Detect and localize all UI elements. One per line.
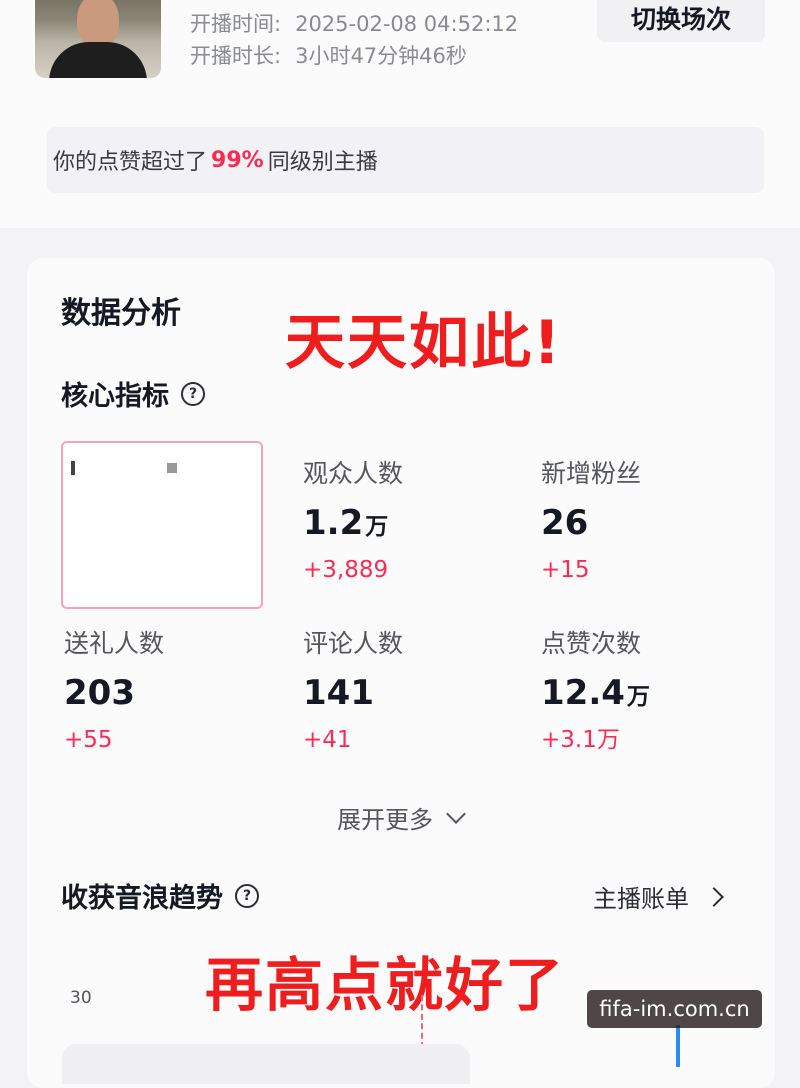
switch-session-button[interactable]: 切换场次: [597, 0, 765, 42]
bill-link-label: 主播账单: [593, 885, 689, 913]
metric-unit: 万: [626, 684, 650, 710]
chart-y-tick: 30: [70, 988, 92, 1008]
chevron-right-icon: [704, 886, 724, 907]
metric-label: 送礼人数: [64, 629, 165, 658]
compare-percent: 99%: [211, 147, 264, 173]
metric-value: 203: [64, 671, 164, 719]
metric-viewers[interactable]: 观众人数 1.2万 +3,889: [303, 459, 403, 585]
avatar-face: [77, 0, 119, 48]
metric-label: 新增粉丝: [541, 459, 642, 488]
trend-title-label: 收获音浪趋势: [61, 883, 223, 914]
core-metrics-title: 核心指标 ?: [61, 374, 205, 413]
metric-delta: +41: [303, 727, 352, 753]
metric-label: 点赞次数: [541, 629, 642, 658]
annotation-overlay-top: 天天如此!: [285, 308, 563, 378]
start-time-value: 2025-02-08 04:52:12: [295, 12, 519, 36]
start-time-label: 开播时间:: [190, 12, 282, 36]
expand-more-label: 展开更多: [337, 806, 433, 834]
chart-series-mark: [676, 1025, 680, 1067]
redacted-fragment: [71, 461, 75, 475]
metric-number: 1.2: [303, 503, 364, 543]
compare-prefix: 你的点赞超过了: [53, 150, 208, 175]
metric-delta: +15: [541, 557, 590, 583]
metric-value: 1.2万: [303, 501, 403, 549]
start-time-row: 开播时间: 2025-02-08 04:52:12: [190, 8, 518, 38]
redacted-fragment: [167, 463, 177, 473]
help-icon[interactable]: ?: [235, 883, 259, 908]
metric-delta: +55: [64, 727, 113, 753]
chart-tooltip-card: [62, 1044, 470, 1084]
metric-value: 26: [541, 501, 641, 549]
metric-number: 26: [541, 503, 589, 543]
metric-delta: +3,889: [303, 557, 389, 583]
compare-suffix: 同级别主播: [267, 150, 378, 175]
streamer-avatar[interactable]: [35, 0, 161, 78]
data-analysis-title: 数据分析: [61, 296, 181, 331]
metric-delta: +3.1万: [541, 727, 620, 753]
like-compare-banner: 你的点赞超过了 99% 同级别主播: [47, 127, 764, 193]
sound-wave-trend-title: 收获音浪趋势 ?: [61, 876, 259, 915]
duration-value: 3小时47分钟46秒: [295, 44, 467, 68]
chevron-down-icon: [446, 803, 466, 824]
duration-row: 开播时长: 3小时47分钟46秒: [190, 40, 467, 70]
metric-unit: 万: [365, 514, 389, 540]
metric-commenters[interactable]: 评论人数 141 +41: [303, 629, 403, 755]
annotation-overlay-bottom: 再高点就好了: [205, 951, 566, 1019]
streamer-bill-link[interactable]: 主播账单: [593, 879, 724, 914]
metric-number: 203: [64, 673, 135, 713]
core-metrics-label: 核心指标: [61, 381, 169, 412]
duration-label: 开播时长:: [190, 44, 282, 68]
metric-value: 12.4万: [541, 671, 650, 719]
metric-number: 141: [303, 673, 374, 713]
metric-gift-senders[interactable]: 送礼人数 203 +55: [64, 629, 164, 755]
metric-number: 12.4: [541, 673, 625, 713]
metric-likes[interactable]: 点赞次数 12.4万 +3.1万: [541, 629, 650, 755]
metric-label: 观众人数: [303, 459, 404, 488]
help-icon[interactable]: ?: [181, 381, 205, 406]
metric-label: 评论人数: [303, 629, 404, 658]
selected-metric-cell-redacted[interactable]: [61, 441, 263, 609]
avatar-body: [49, 42, 147, 78]
metric-value: 141: [303, 671, 403, 719]
metric-new-followers[interactable]: 新增粉丝 26 +15: [541, 459, 641, 585]
site-watermark: fifa-im.com.cn: [587, 990, 762, 1028]
expand-more-button[interactable]: 展开更多: [0, 800, 800, 835]
